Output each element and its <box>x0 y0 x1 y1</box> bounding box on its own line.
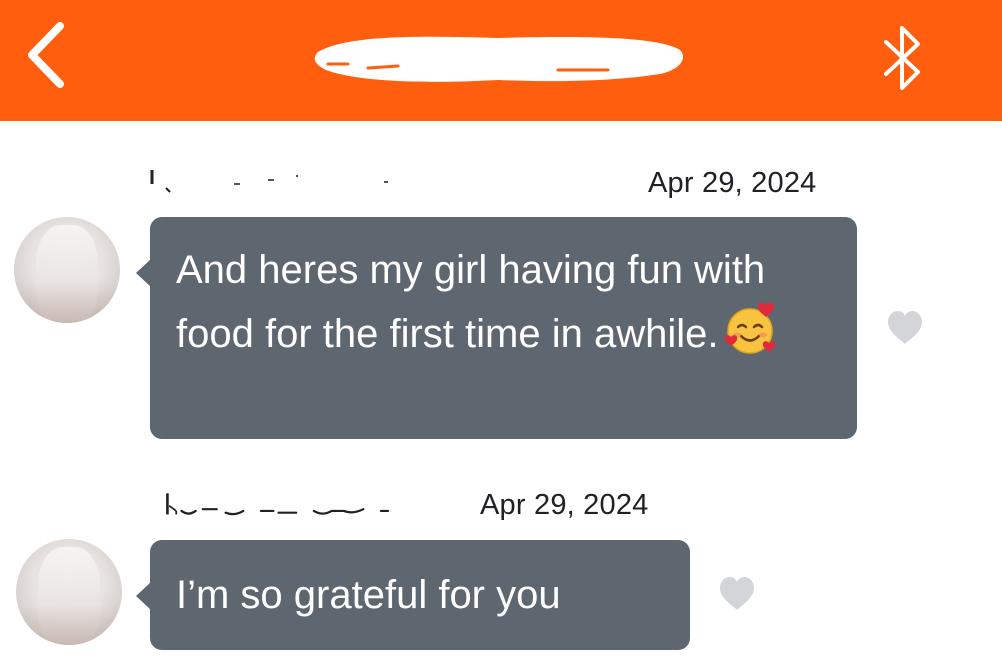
top-bar <box>0 0 1002 121</box>
message-bubble[interactable]: I’m so grateful for you <box>136 540 690 650</box>
heart-like-icon[interactable] <box>718 576 756 612</box>
smiling-face-with-hearts-icon <box>725 302 776 354</box>
message-timestamp: Apr 29, 2024 <box>480 489 649 521</box>
message-text: I’m so grateful for you <box>176 573 561 617</box>
back-chevron-icon[interactable] <box>22 20 72 90</box>
message-text: And heres my girl having fun with food f… <box>176 239 837 365</box>
redacted-conversation-title <box>314 36 684 82</box>
redacted-sender-name <box>166 493 390 516</box>
message-timestamp: Apr 29, 2024 <box>648 167 817 199</box>
bluetooth-icon[interactable] <box>880 22 926 94</box>
redacted-sender-name <box>150 170 388 193</box>
heart-like-icon[interactable] <box>886 310 924 346</box>
sender-avatar[interactable] <box>16 539 122 645</box>
message-bubble[interactable]: And heres my girl having fun with food f… <box>136 217 857 439</box>
sender-avatar[interactable] <box>14 217 120 323</box>
